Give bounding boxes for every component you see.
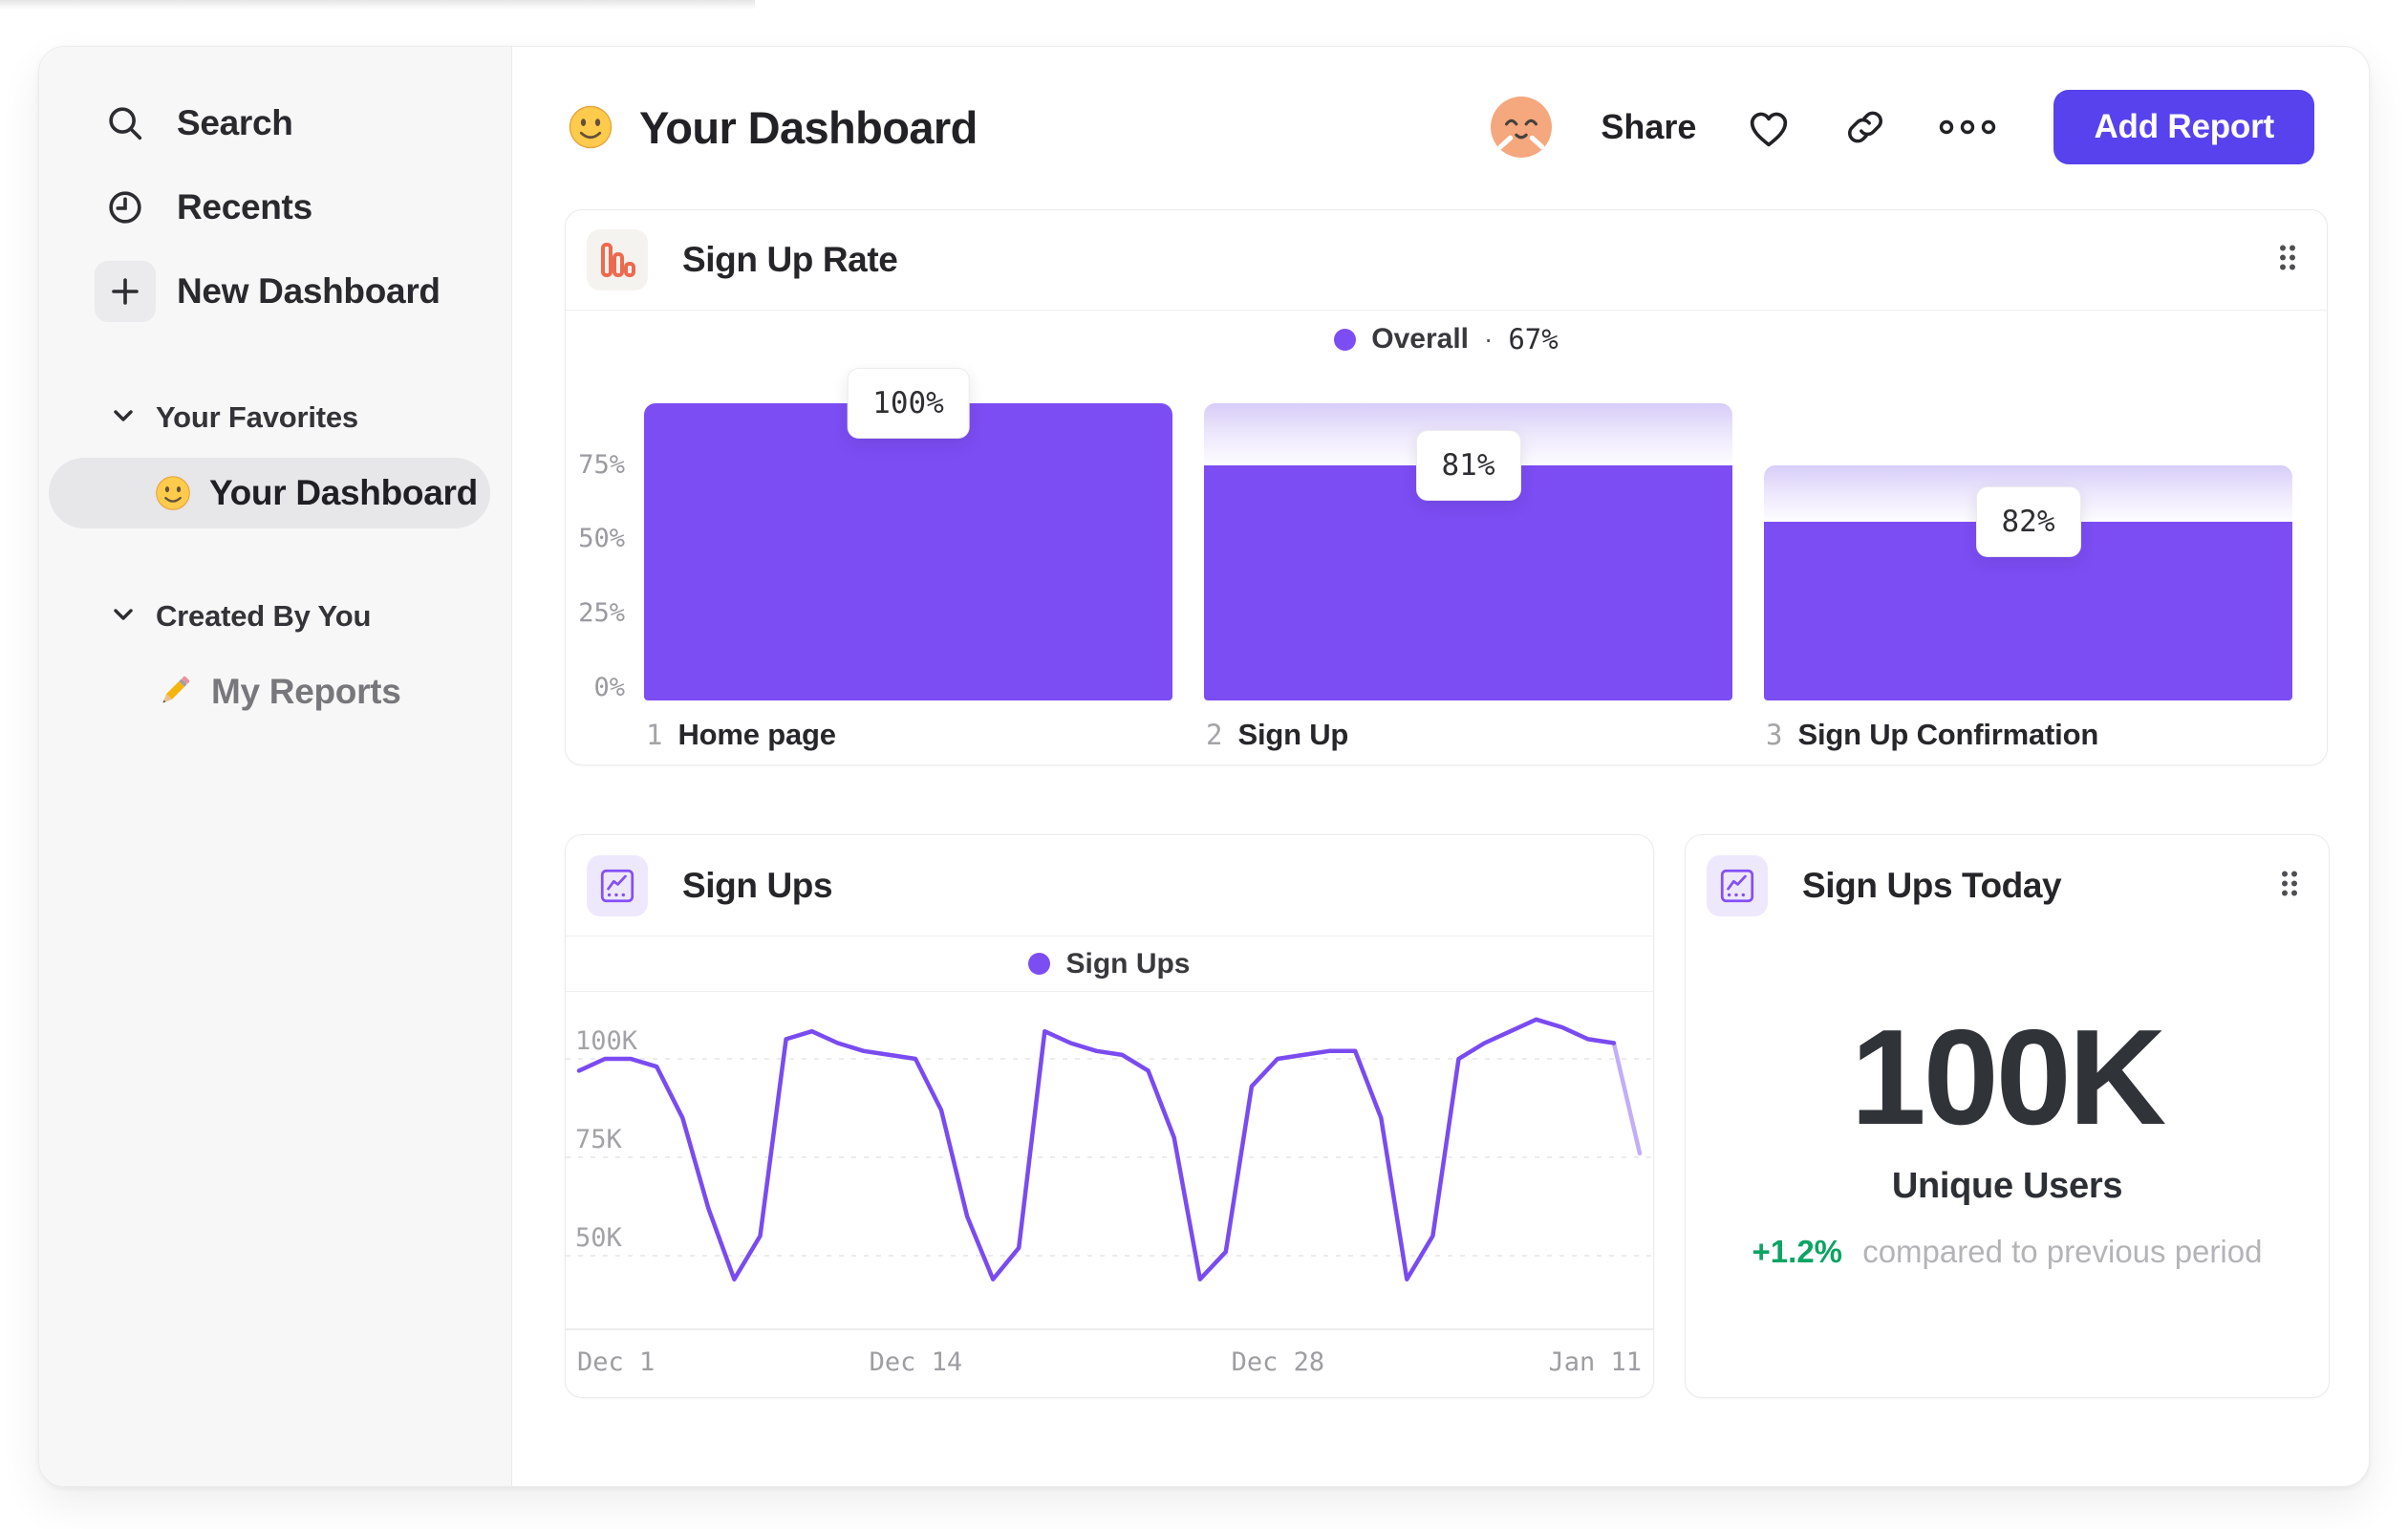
copy-link-icon[interactable]	[1841, 103, 1889, 151]
funnel-step-label: 2 Sign Up	[1206, 718, 1348, 752]
sign-ups-today-card: Sign Ups Today 100K Unique Users +1.2% c…	[1685, 834, 2330, 1398]
sidebar-item-label: Search	[177, 103, 293, 142]
y-axis-tick: 50%	[578, 524, 625, 553]
sidebar: Search Recents New Dashboard Your Favori…	[39, 47, 512, 1486]
legend-dot	[1028, 953, 1051, 975]
step-name: Sign Up Confirmation	[1797, 718, 2099, 751]
sidebar-item-your-dashboard[interactable]: Your Dashboard	[49, 458, 490, 528]
funnel-plot: 75% 50% 25% 0% 100% 81% 82% 1 Home page …	[566, 210, 2327, 764]
bar-value-tooltip: 100%	[847, 368, 970, 439]
sidebar-item-label: Recents	[177, 187, 312, 226]
step-name: Sign Up	[1237, 718, 1349, 751]
section-title: Created By You	[156, 599, 372, 633]
avatar[interactable]	[1490, 96, 1553, 159]
smiley-emoji	[567, 103, 614, 151]
sign-ups-card: Sign Ups Sign Ups 100K 75K 50K Dec 1 Dec…	[565, 834, 1654, 1398]
created-section-header[interactable]: Created By You	[39, 595, 511, 637]
x-axis-tick: Dec 1	[577, 1347, 656, 1377]
y-axis-tick: 0%	[593, 673, 625, 702]
y-axis-tick: 75%	[578, 450, 625, 480]
funnel-step-label: 3 Sign Up Confirmation	[1766, 718, 2098, 752]
section-title: Your Favorites	[156, 400, 358, 434]
chevron-down-icon	[112, 408, 135, 428]
legend-label: Sign Ups	[1065, 947, 1191, 980]
y-axis-tick: 75K	[575, 1125, 622, 1154]
step-number: 2	[1206, 719, 1223, 751]
page-title: Your Dashboard	[639, 101, 978, 153]
favorites-section-header[interactable]: Your Favorites	[39, 397, 511, 439]
x-axis-tick: Jan 11	[1548, 1347, 1642, 1377]
funnel-bar-home-page[interactable]: 100%	[644, 368, 1172, 700]
line-legend: Sign Ups	[566, 937, 1653, 992]
funnel-bar-sign-up[interactable]: 81%	[1204, 403, 1732, 700]
app-window: Search Recents New Dashboard Your Favori…	[38, 46, 2370, 1487]
line-chart-icon	[587, 854, 648, 916]
card-title: Sign Ups	[682, 865, 833, 905]
step-name: Home page	[677, 718, 836, 751]
signups-line	[566, 1017, 1653, 1281]
plus-icon	[95, 261, 156, 322]
step-number: 1	[646, 719, 663, 751]
smiley-emoji	[154, 474, 192, 512]
sidebar-item-label: My Reports	[211, 672, 401, 711]
y-axis-tick: 50K	[575, 1223, 622, 1253]
sidebar-item-recents[interactable]: Recents	[39, 165, 511, 249]
bar-value-tooltip: 82%	[1975, 486, 2081, 558]
x-axis-tick: Dec 14	[869, 1347, 963, 1377]
sidebar-item-search[interactable]: Search	[39, 81, 511, 165]
card-title: Sign Ups Today	[1802, 866, 2062, 905]
kpi-delta: +1.2%	[1752, 1234, 1843, 1269]
sign-up-rate-card: Sign Up Rate Overall · 67% 75% 50% 25% 0…	[565, 209, 2328, 765]
y-axis-tick: 25%	[578, 598, 625, 628]
funnel-bar-segment	[644, 403, 1172, 700]
screen: Search Recents New Dashboard Your Favori…	[0, 0, 2408, 1529]
kpi-value: 100K	[1850, 1001, 2166, 1153]
more-options-icon[interactable]	[1937, 115, 1998, 140]
clock-icon	[95, 177, 156, 238]
sidebar-item-new-dashboard[interactable]: New Dashboard	[39, 249, 511, 334]
kpi-unit: Unique Users	[1891, 1166, 2123, 1206]
funnel-step-label: 1 Home page	[646, 718, 836, 752]
chevron-down-icon	[112, 607, 135, 627]
kpi-delta-row: +1.2% compared to previous period	[1686, 1234, 2329, 1270]
funnel-bar-sign-up-confirmation[interactable]: 82%	[1764, 465, 2292, 700]
favorite-heart-icon[interactable]	[1744, 102, 1794, 152]
x-axis: Dec 1 Dec 14 Dec 28 Jan 11	[566, 1330, 1653, 1395]
y-axis-tick: 100K	[575, 1026, 638, 1056]
step-number: 3	[1766, 719, 1783, 751]
sidebar-item-label: New Dashboard	[177, 271, 441, 311]
main-content: Your Dashboard Share Add Report Sign Up …	[512, 47, 2369, 1486]
x-axis-tick: Dec 28	[1231, 1347, 1325, 1377]
search-icon	[95, 93, 156, 154]
window-edge-artifact	[0, 0, 755, 10]
line-chart-icon	[1707, 855, 1768, 916]
share-button[interactable]: Share	[1601, 107, 1696, 147]
sign-ups-chart[interactable]: 100K 75K 50K	[566, 992, 1653, 1330]
pencil-emoji	[154, 672, 194, 712]
page-header: Your Dashboard Share Add Report	[567, 89, 2314, 165]
kpi-delta-note: compared to previous period	[1862, 1234, 2263, 1269]
add-report-button[interactable]: Add Report	[2053, 90, 2314, 164]
sidebar-item-my-reports[interactable]: My Reports	[49, 657, 490, 727]
drag-handle-icon[interactable]	[2279, 870, 2300, 903]
sidebar-item-label: Your Dashboard	[209, 473, 478, 512]
bar-value-tooltip: 81%	[1415, 430, 1521, 502]
